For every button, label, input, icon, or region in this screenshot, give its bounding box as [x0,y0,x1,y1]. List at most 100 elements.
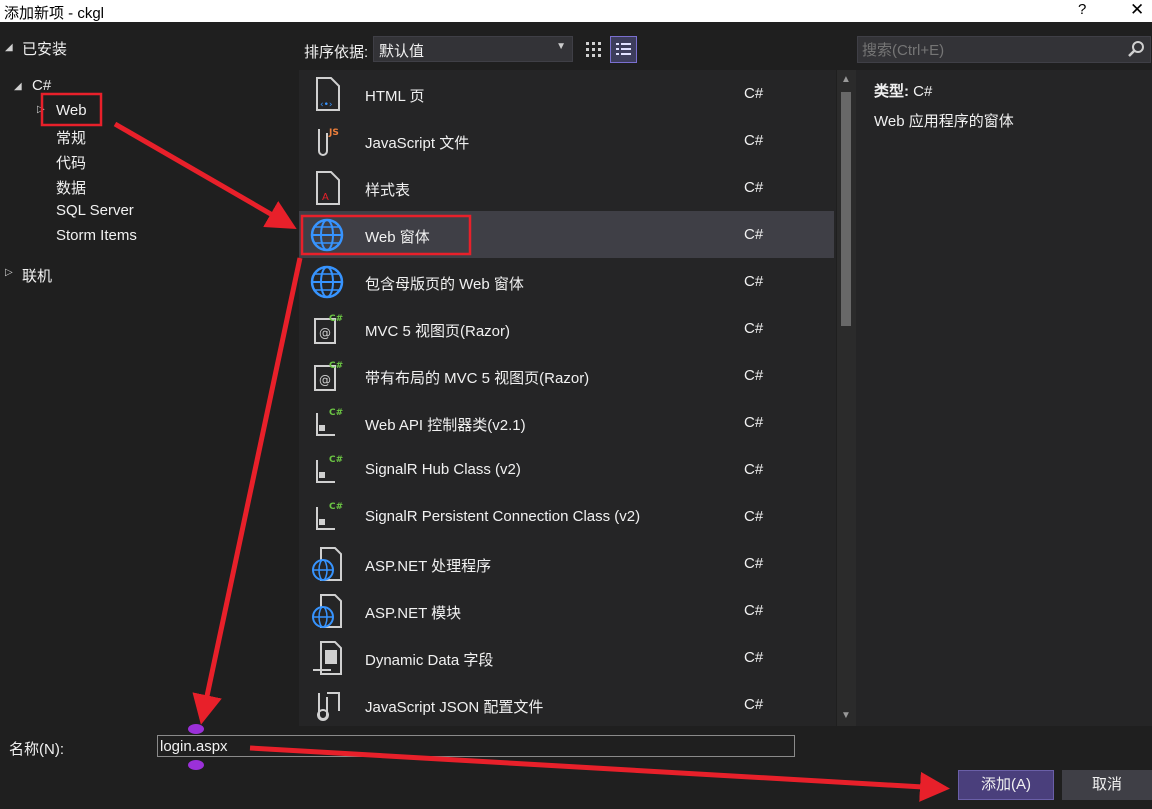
template-language: C# [744,414,764,431]
template-row[interactable]: A 样式表 C# [299,164,834,211]
template-language: C# [744,649,764,666]
tree-item-sql-server[interactable]: SQL Server [56,202,134,219]
template-list[interactable]: ‹•› HTML 页 C# JS JavaScript 文件 C# A 样式表 C# Web 窗体… [299,70,836,726]
list-view-button[interactable] [610,36,637,63]
template-name: ASP.NET 处理程序 [365,558,492,575]
sort-dropdown[interactable]: 默认值 ▼ [373,36,573,62]
template-row[interactable]: JS JavaScript 文件 C# [299,117,834,164]
template-row[interactable]: Dynamic Data 字段 C# [299,634,834,681]
sort-label: 排序依据: [304,44,369,61]
name-label: 名称(N): [9,741,64,758]
template-language: C# [744,273,764,290]
template-name: 包含母版页的 Web 窗体 [365,276,524,293]
search-input[interactable] [862,40,1122,60]
name-input[interactable] [157,735,795,757]
csharp-class-icon: C# [316,455,343,483]
template-row[interactable]: ASP.NET 模块 C# [299,587,834,634]
tree-installed[interactable]: 已安装 [22,38,67,59]
dynamic-data-icon [313,641,342,675]
scroll-down-icon[interactable]: ▼ [841,710,851,721]
template-language: C# [744,132,764,149]
template-row[interactable]: @ C# 带有布局的 MVC 5 视图页(Razor) C# [299,352,834,399]
template-name: MVC 5 视图页(Razor) [365,323,511,340]
tree-item-web[interactable]: Web [56,102,87,119]
detail-type: 类型: C# [874,80,932,101]
expand-arrow-icon[interactable]: ▷ [5,267,13,278]
razor-view-icon: @ C# [314,361,343,391]
template-language: C# [744,179,764,196]
annotation-arrow [113,121,297,230]
template-row[interactable]: 包含母版页的 Web 窗体 C# [299,258,834,305]
grid-view-icon [586,42,601,57]
template-name: HTML 页 [365,88,425,105]
collapse-arrow-icon[interactable]: ◢ [14,81,22,92]
svg-text:C#: C# [329,502,343,512]
svg-text:C#: C# [329,408,343,418]
stylesheet-icon: A [316,171,340,205]
search-icon[interactable] [1127,39,1147,59]
search-box[interactable] [857,36,1151,63]
add-button[interactable]: 添加(A) [958,770,1054,800]
cancel-button[interactable]: 取消 [1062,770,1152,800]
template-row[interactable]: Web 窗体 C# [299,211,834,258]
detail-type-label: 类型: [874,83,909,100]
template-row[interactable]: C# SignalR Hub Class (v2) C# [299,446,834,493]
template-language: C# [744,320,764,337]
collapse-arrow-icon[interactable]: ◢ [5,42,13,53]
template-language: C# [744,602,764,619]
sort-value: 默认值 [379,43,425,60]
template-name: Web API 控制器类(v2.1) [365,417,526,434]
details-pane: 类型: C# Web 应用程序的窗体 [856,70,1152,726]
template-name: SignalR Persistent Connection Class (v2) [365,508,641,525]
globe-icon [310,265,344,299]
detail-description: Web 应用程序的窗体 [874,113,1014,130]
tree-item-general[interactable]: 常规 [56,127,86,148]
grid-view-button[interactable] [580,36,607,63]
template-language: C# [744,461,764,478]
template-name: Dynamic Data 字段 [365,652,494,669]
scroll-up-icon[interactable]: ▲ [841,74,851,85]
svg-text:JS: JS [328,128,339,138]
svg-text:@: @ [319,373,331,387]
template-name: Web 窗体 [365,229,430,246]
template-row[interactable]: JavaScript JSON 配置文件 C# [299,681,834,726]
template-name: SignalR Hub Class (v2) [365,461,521,478]
template-row[interactable]: @ C# MVC 5 视图页(Razor) C# [299,305,834,352]
tree-item-data[interactable]: 数据 [56,177,86,198]
template-language: C# [744,85,764,102]
template-language: C# [744,555,764,572]
template-row[interactable]: C# SignalR Persistent Connection Class (v… [299,493,834,540]
svg-text:C#: C# [329,455,343,465]
json-config-icon [317,692,340,721]
annotation-arrow [192,257,303,725]
template-language: C# [744,508,764,525]
globe-file-icon [312,547,342,581]
svg-text:A: A [322,192,329,203]
chevron-down-icon: ▼ [556,41,566,52]
template-row[interactable]: ‹•› HTML 页 C# [299,70,834,117]
template-name: JavaScript JSON 配置文件 [365,699,544,716]
javascript-file-icon: JS [318,128,339,156]
razor-view-icon: @ C# [314,314,343,344]
expand-arrow-icon[interactable]: ▷ [37,104,45,115]
template-row[interactable]: ASP.NET 处理程序 C# [299,540,834,587]
tree-csharp[interactable]: C# [32,77,51,94]
template-name: 带有布局的 MVC 5 视图页(Razor) [365,370,590,387]
template-language: C# [744,696,764,713]
svg-text:C#: C# [329,314,343,324]
html-page-icon: ‹•› [316,77,340,111]
title-bar: 添加新项 - ckgl ? ✕ [0,0,1152,22]
help-button[interactable]: ? [1078,1,1086,18]
tree-item-storm-items[interactable]: Storm Items [56,227,137,244]
svg-text:‹•›: ‹•› [320,100,333,110]
cursor-marker [188,760,204,770]
globe-file-icon [312,594,342,628]
scrollbar-thumb[interactable] [841,92,851,326]
list-scrollbar[interactable]: ▲ ▼ [837,70,856,726]
template-language: C# [744,367,764,384]
tree-online[interactable]: 联机 [22,265,52,286]
tree-item-code[interactable]: 代码 [56,152,86,173]
svg-text:C#: C# [329,361,343,371]
template-row[interactable]: C# Web API 控制器类(v2.1) C# [299,399,834,446]
close-button[interactable]: ✕ [1130,0,1144,20]
